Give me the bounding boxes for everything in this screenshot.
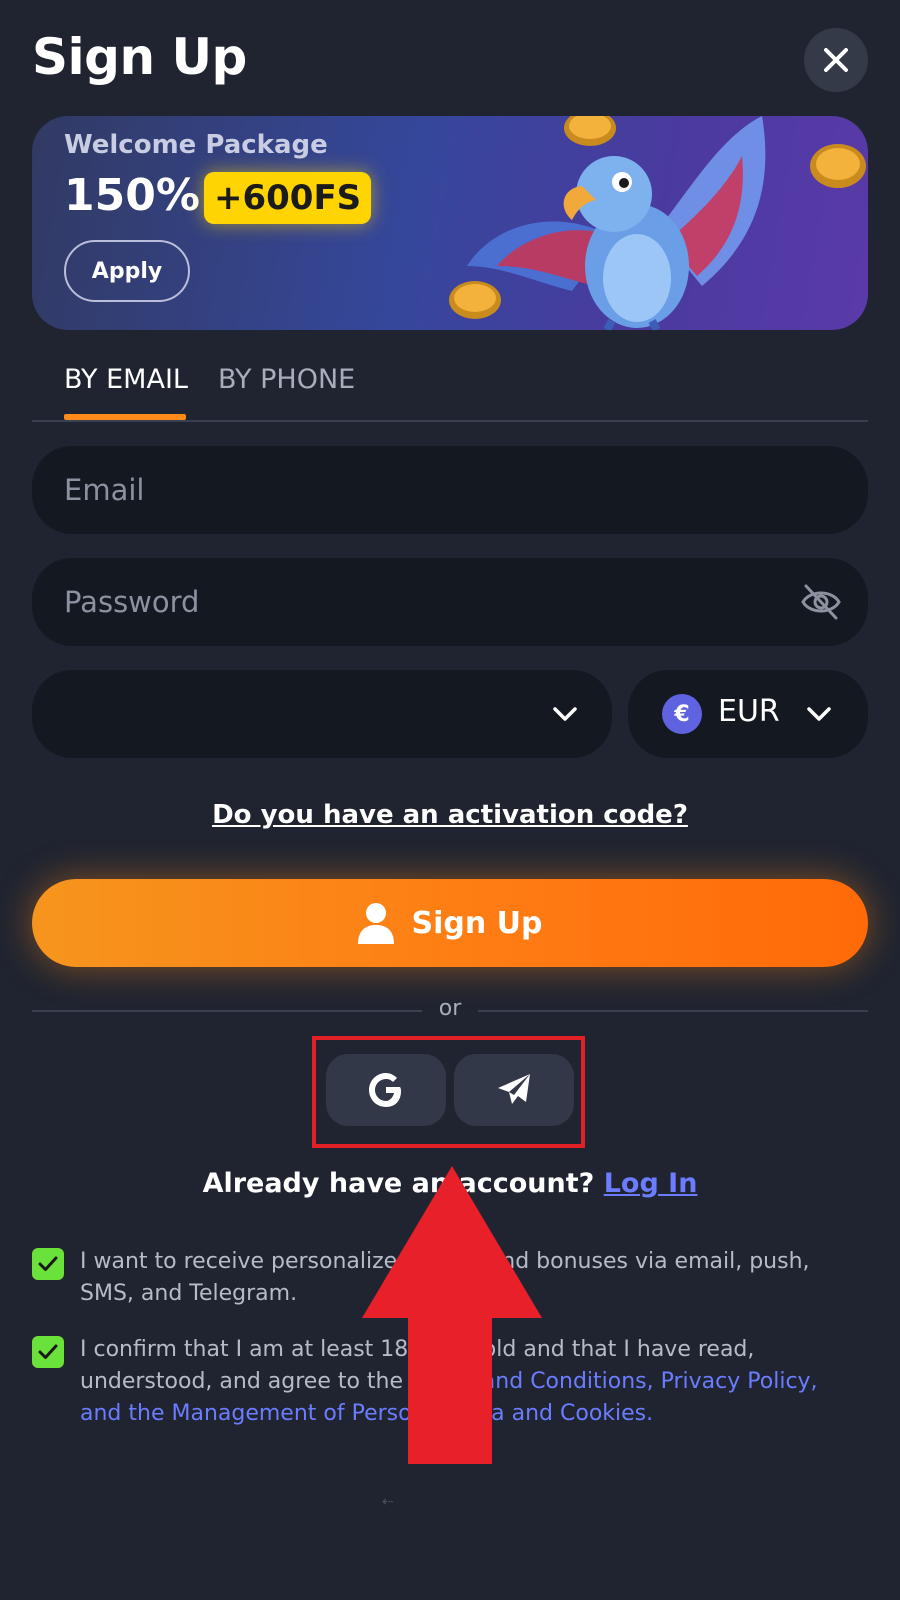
email-field-container: [32, 446, 868, 534]
currency-select[interactable]: € EUR: [628, 670, 868, 758]
welcome-banner: Welcome Package 150% +600FS Apply: [32, 116, 868, 330]
currency-value: EUR: [718, 694, 780, 729]
highlight-box: [312, 1036, 585, 1148]
page-title: Sign Up: [32, 28, 247, 86]
parrot-mascot-image: [467, 116, 766, 330]
user-icon: [358, 903, 395, 944]
chevron-down-icon: [807, 707, 831, 721]
eye-off-icon[interactable]: [800, 582, 842, 622]
email-field[interactable]: [64, 473, 764, 507]
check-icon: [38, 1256, 58, 1271]
promo-select[interactable]: [32, 670, 612, 758]
signup-method-tabs: BY EMAIL BY PHONE: [32, 358, 868, 422]
apply-button[interactable]: Apply: [64, 240, 190, 302]
age-terms-consent-checkbox[interactable]: [32, 1336, 64, 1368]
login-link[interactable]: Log In: [604, 1168, 698, 1199]
close-button[interactable]: [804, 28, 868, 92]
coin-icon: [810, 144, 866, 188]
euro-icon: €: [662, 694, 702, 734]
marketing-consent-checkbox[interactable]: [32, 1248, 64, 1280]
banner-subtitle: Welcome Package: [64, 130, 328, 160]
tab-by-phone[interactable]: BY PHONE: [218, 364, 355, 395]
tab-by-email[interactable]: BY EMAIL: [64, 364, 188, 395]
banner-percent: 150%: [64, 170, 200, 221]
active-tab-indicator: [64, 414, 186, 420]
chevron-down-icon: [553, 707, 577, 721]
activation-code-link[interactable]: Do you have an activation code?: [0, 800, 900, 830]
arrow-up-icon: [362, 1166, 542, 1464]
password-field-container: [32, 558, 868, 646]
password-field[interactable]: [64, 585, 764, 619]
or-divider-text: or: [438, 996, 462, 1021]
scroll-hint-icon: ⇠: [382, 1494, 394, 1510]
signup-button[interactable]: Sign Up: [32, 879, 868, 967]
divider-right: [478, 1010, 868, 1012]
signup-button-label: Sign Up: [411, 905, 543, 941]
close-icon: [824, 48, 848, 72]
banner-badge: +600FS: [204, 172, 372, 224]
check-icon: [38, 1344, 58, 1359]
